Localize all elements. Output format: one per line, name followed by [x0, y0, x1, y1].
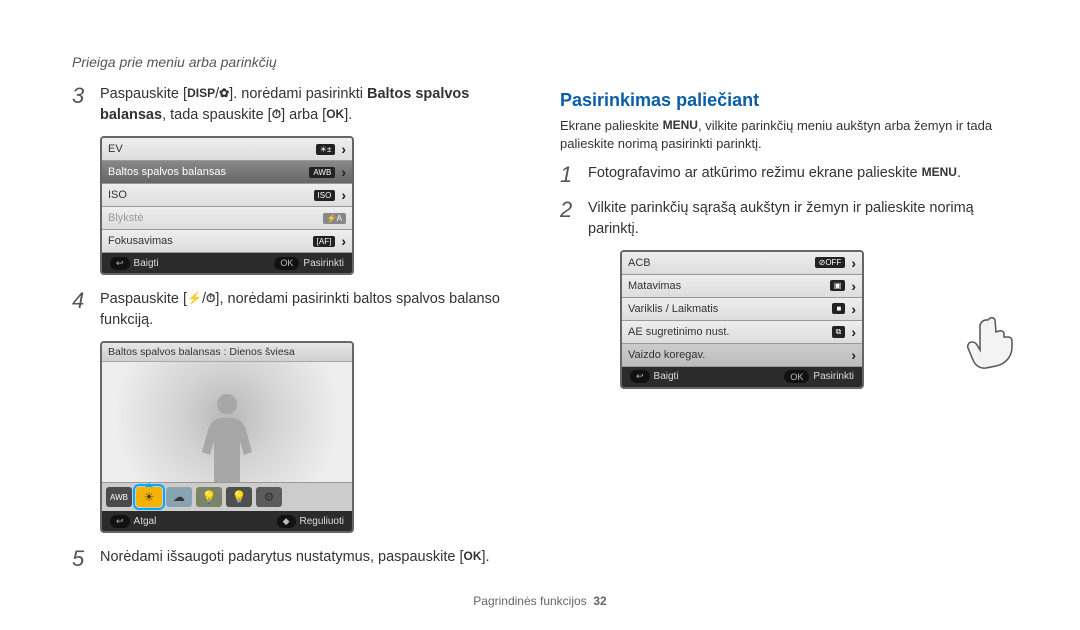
chevron-right-icon — [341, 233, 346, 249]
acb-icon: ⊘OFF — [815, 257, 846, 268]
wb-swatch-tungsten[interactable]: 💡 — [226, 487, 252, 507]
page-header: Prieiga prie meniu arba parinkčių — [72, 54, 277, 70]
step-text: Norėdami išsaugoti padarytus nustatymus,… — [100, 547, 490, 568]
wb-swatch-fluorescent[interactable]: 💡 — [196, 487, 222, 507]
back-icon[interactable]: ↩ — [110, 515, 130, 528]
wb-swatch-awb[interactable]: AWB — [106, 487, 132, 507]
aeb-icon: ⧉ — [832, 326, 846, 338]
af-icon: [AF] — [313, 236, 336, 247]
flower-icon: ✿ — [219, 85, 229, 102]
flash-icon: ⚡ — [187, 290, 202, 307]
preview-viewport — [102, 362, 352, 482]
iso-icon: ISO — [314, 190, 336, 201]
menu-row: Blykstė ⚡A — [102, 207, 352, 230]
menu-row[interactable]: Fokusavimas [AF] — [102, 230, 352, 253]
menu-row[interactable]: Vaizdo koregav. — [622, 344, 862, 367]
metering-icon: ▣ — [830, 280, 846, 291]
menu-row[interactable]: ACB ⊘OFF — [622, 252, 862, 275]
chevron-right-icon — [851, 301, 856, 317]
menu-row[interactable]: AE sugretinimo nust. ⧉ — [622, 321, 862, 344]
wb-swatch-cloudy[interactable]: ☁ — [166, 487, 192, 507]
wb-swatch-custom[interactable]: ⚙ — [256, 487, 282, 507]
ok-icon: OK — [326, 106, 344, 123]
flash-icon: ⚡A — [323, 213, 346, 224]
step-number: 1 — [560, 163, 588, 187]
wb-preview-screen: Baltos spalvos balansas : Dienos šviesa … — [100, 341, 354, 533]
menu-row[interactable]: Matavimas ▣ — [622, 275, 862, 298]
right-column: Pasirinkimas paliečiant Ekrane palieskit… — [560, 84, 1020, 403]
menu-screen-ev: EV ☀± Baltos spalvos balansas AWB ISO IS… — [100, 136, 354, 275]
step-number: 5 — [72, 547, 100, 571]
touch-menu-screen: ACB ⊘OFF Matavimas ▣ Variklis / Laikmati… — [620, 250, 864, 389]
touch-hand-icon — [964, 310, 1024, 370]
adjust-icon[interactable]: ◆ — [277, 515, 296, 528]
section-title: Pasirinkimas paliečiant — [560, 90, 1020, 111]
menu-row[interactable]: ISO ISO — [102, 184, 352, 207]
step-5: 5 Norėdami išsaugoti padarytus nustatymu… — [72, 547, 532, 571]
awb-icon: AWB — [309, 167, 335, 178]
back-icon[interactable]: ↩ — [630, 370, 650, 383]
person-silhouette-icon — [192, 382, 262, 482]
step-4: 4 Paspauskite [⚡/⏱], norėdami pasirinkti… — [72, 289, 532, 331]
step-2: 2 Vilkite parinkčių sąrašą aukštyn ir že… — [560, 198, 1020, 240]
step-text: Paspauskite [⚡/⏱], norėdami pasirinkti b… — [100, 289, 532, 331]
drive-icon: ■ — [832, 303, 845, 314]
chevron-right-icon — [851, 278, 856, 294]
back-icon[interactable]: ↩ — [110, 257, 130, 270]
screen-title: Baltos spalvos balansas : Dienos šviesa — [102, 343, 352, 362]
ok-icon: OK — [464, 548, 482, 565]
chevron-right-icon — [851, 347, 856, 363]
wb-swatch-daylight[interactable]: ☀ — [136, 487, 162, 507]
softkey-bar: ↩Atgal ◆Reguliuoti — [102, 511, 352, 531]
disp-icon: DISP — [187, 85, 215, 102]
menu-icon: MENU — [663, 117, 698, 134]
chevron-right-icon — [341, 164, 346, 180]
step-text: Paspauskite [DISP/✿]. norėdami pasirinkt… — [100, 84, 532, 126]
left-column: 3 Paspauskite [DISP/✿]. norėdami pasirin… — [72, 84, 532, 581]
wb-strip: AWB ☀ ☁ 💡 💡 ⚙ — [102, 482, 352, 511]
step-1: 1 Fotografavimo ar atkūrimo režimu ekran… — [560, 163, 1020, 187]
step-number: 4 — [72, 289, 100, 313]
step-number: 2 — [560, 198, 588, 222]
ok-icon[interactable]: OK — [784, 370, 809, 383]
softkey-bar: ↩Baigti OKPasirinkti — [102, 253, 352, 273]
step-text: Fotografavimo ar atkūrimo režimu ekrane … — [588, 163, 961, 184]
chevron-right-icon — [341, 141, 346, 157]
menu-icon: MENU — [922, 164, 957, 181]
ok-icon[interactable]: OK — [274, 257, 299, 270]
timer-icon: ⏱ — [272, 106, 281, 123]
chevron-right-icon — [341, 187, 346, 203]
ev-icon: ☀± — [316, 144, 336, 155]
step-3: 3 Paspauskite [DISP/✿]. norėdami pasirin… — [72, 84, 532, 126]
section-intro: Ekrane palieskite MENU, vilkite parinkči… — [560, 117, 1020, 153]
menu-row[interactable]: Variklis / Laikmatis ■ — [622, 298, 862, 321]
page-footer: Pagrindinės funkcijos 32 — [0, 594, 1080, 608]
softkey-bar: ↩Baigti OKPasirinkti — [622, 367, 862, 387]
step-text: Vilkite parinkčių sąrašą aukštyn ir žemy… — [588, 198, 1020, 240]
chevron-right-icon — [851, 324, 856, 340]
step-number: 3 — [72, 84, 100, 108]
menu-row[interactable]: EV ☀± — [102, 138, 352, 161]
menu-row[interactable]: Baltos spalvos balansas AWB — [102, 161, 352, 184]
chevron-right-icon — [851, 255, 856, 271]
